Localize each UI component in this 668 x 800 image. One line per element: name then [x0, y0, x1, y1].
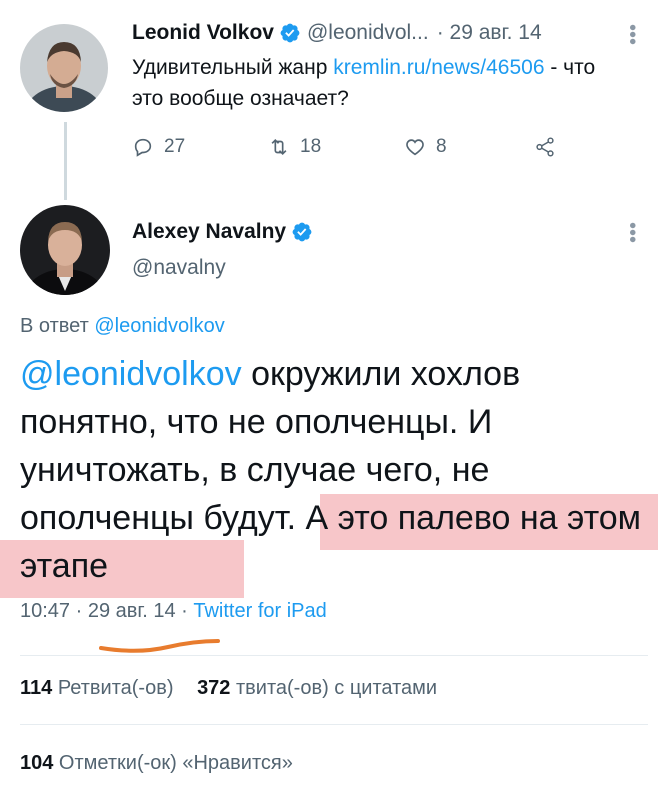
share-icon [536, 137, 554, 157]
retweet-count: 18 [300, 136, 322, 157]
tweet1-link[interactable]: kremlin.ru/news/46506 [333, 56, 544, 79]
retweets-label: Ретвита(-ов) [52, 677, 174, 699]
more-icon[interactable]: ••• [621, 222, 643, 243]
reply-icon [134, 138, 152, 157]
tweet2-handle[interactable]: @navalny [132, 256, 226, 280]
annotation-underline [99, 639, 220, 653]
likes-count: 104 [20, 752, 54, 774]
divider [20, 724, 648, 725]
like-icon [406, 139, 424, 156]
tweet2-source[interactable]: Twitter for iPad [193, 600, 326, 622]
tweet1-handle[interactable]: @leonidvol... [307, 19, 429, 47]
retweets-count: 114 [20, 677, 53, 699]
tweet2-author-name[interactable]: Alexey Navalny [132, 220, 286, 244]
verified-badge-icon [279, 22, 301, 44]
retweets-link[interactable]: 114 Ретвита(-ов) [20, 677, 174, 699]
reply-to-line: В ответ @leonidvolkov [20, 315, 225, 338]
tweet2-stats-likes[interactable]: 104 Отметки(-ок) «Нравится» [20, 752, 293, 775]
retweet-icon [271, 138, 287, 156]
quotes-label: твита(-ов) с цитатами [230, 677, 438, 699]
tweet1-date[interactable]: · 29 авг. 14 [437, 19, 542, 47]
divider [20, 655, 648, 656]
reply-to-label: В ответ [20, 315, 95, 337]
tweet2-text: @leonidvolkov окружили хохлов понятно, ч… [20, 350, 660, 590]
avatar-alexey-navalny[interactable] [20, 205, 110, 295]
tweet2-author-name-row: Alexey Navalny [132, 220, 319, 244]
quotes-count: 372 [197, 677, 231, 699]
likes-label: Отметки(-ок) «Нравится» [53, 752, 293, 774]
tweet2-timestamp: 10:47 · 29 авг. 14 · Twitter for iPad [20, 600, 327, 623]
tweet1-actions: 27 18 8 [132, 136, 566, 158]
more-icon[interactable]: ••• [621, 24, 643, 45]
reply-count: 27 [164, 136, 186, 157]
like-button[interactable]: 8 [404, 136, 534, 158]
tweet1-text: Удивительный жанр kremlin.ru/news/46506 … [132, 52, 602, 114]
retweet-button[interactable]: 18 [268, 136, 404, 158]
like-count: 8 [436, 136, 447, 157]
tweet1-author-name[interactable]: Leonid Volkov [132, 19, 274, 47]
tweet2-mention[interactable]: @leonidvolkov [20, 355, 242, 393]
avatar-leonid-volkov[interactable] [20, 24, 108, 112]
quotes-link[interactable]: 372 твита(-ов) с цитатами [197, 677, 437, 699]
share-button[interactable] [534, 136, 566, 158]
tweet2-stats-retweets: 114 Ретвита(-ов) 372 твита(-ов) с цитата… [20, 677, 437, 700]
tweet1-text-before: Удивительный жанр [132, 56, 334, 79]
reply-to-handle[interactable]: @leonidvolkov [94, 315, 224, 337]
reply-button[interactable]: 27 [132, 136, 242, 158]
tweet2-time[interactable]: 10:47 · 29 авг. 14 · [20, 600, 193, 622]
verified-badge-icon [291, 221, 313, 243]
thread-connector-line [64, 122, 67, 200]
tweet1-header: Leonid Volkov @leonidvol... · 29 авг. 14 [132, 19, 542, 47]
